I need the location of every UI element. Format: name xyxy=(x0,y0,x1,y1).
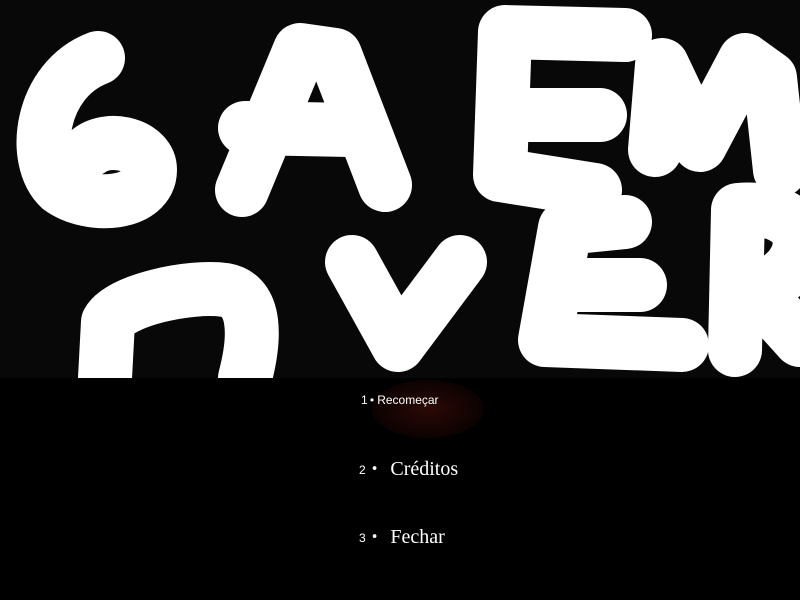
menu-item-label: Créditos xyxy=(390,458,459,480)
bullet-icon: • xyxy=(370,530,379,545)
letter-v xyxy=(325,235,487,372)
menu-item-credits[interactable]: 2 • Créditos xyxy=(359,458,458,481)
menu-item-number: 3 xyxy=(359,530,366,545)
bullet-icon: • xyxy=(370,462,379,477)
menu-item-number: 1 xyxy=(361,393,368,407)
menu-item-label: Recomeçar xyxy=(377,393,439,407)
letter-r xyxy=(708,182,800,377)
game-over-drawing xyxy=(16,5,800,378)
letter-a-bar xyxy=(218,101,377,157)
game-over-screen: 1 • Recomeçar 2 • Créditos 3 • Fechar xyxy=(0,0,800,600)
menu-hover-highlight xyxy=(372,380,484,438)
menu-item-restart[interactable]: 1 • Recomeçar xyxy=(361,393,439,407)
menu-item-label: Fechar xyxy=(390,526,445,548)
game-over-title-art xyxy=(0,0,800,378)
letter-g xyxy=(16,31,177,229)
bullet-icon: • xyxy=(368,393,376,407)
menu-item-number: 2 xyxy=(359,462,366,477)
menu-item-close[interactable]: 3 • Fechar xyxy=(359,526,445,549)
letter-o xyxy=(78,262,279,378)
game-over-menu: 1 • Recomeçar 2 • Créditos 3 • Fechar xyxy=(0,378,800,600)
letter-m xyxy=(628,33,800,197)
